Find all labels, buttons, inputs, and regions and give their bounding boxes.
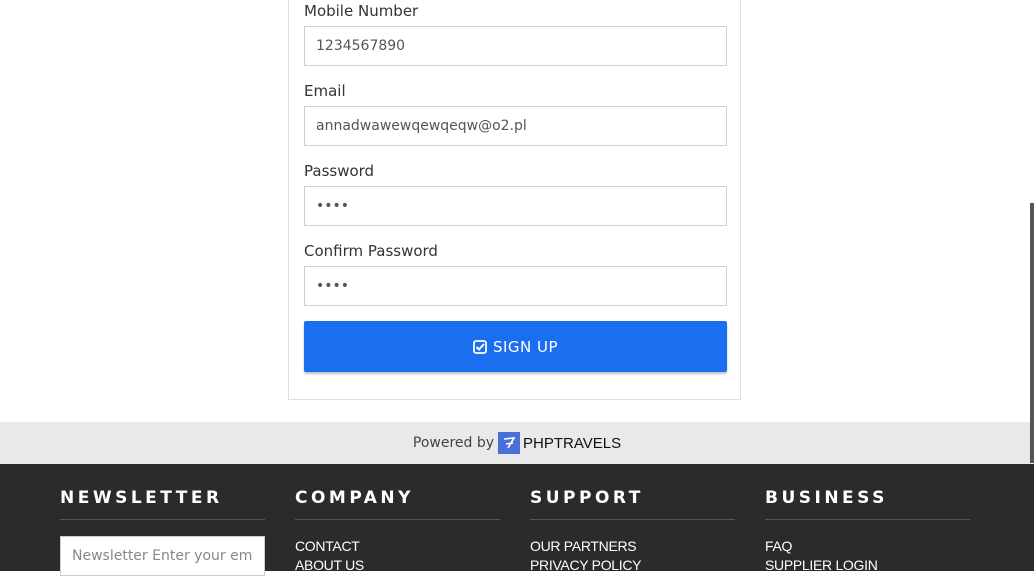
business-divider bbox=[765, 519, 970, 520]
newsletter-divider bbox=[60, 519, 265, 520]
newsletter-email-input[interactable] bbox=[60, 536, 265, 576]
company-divider bbox=[295, 519, 500, 520]
mobile-number-label: Mobile Number bbox=[304, 2, 419, 20]
powered-by-bar: Powered by PHPTRAVELS bbox=[0, 422, 1034, 464]
phptravels-logo-icon bbox=[498, 432, 521, 454]
mobile-number-input[interactable] bbox=[304, 26, 727, 66]
password-input[interactable] bbox=[304, 186, 727, 226]
footer: NEWSLETTER COMPANY CONTACT ABOUT US SUPP… bbox=[0, 464, 1034, 576]
email-label: Email bbox=[304, 82, 346, 100]
powered-by-text: Powered by bbox=[412, 435, 495, 451]
support-title: SUPPORT bbox=[530, 488, 644, 508]
newsletter-title: NEWSLETTER bbox=[60, 488, 223, 508]
footer-link-our-partners[interactable]: OUR PARTNERS bbox=[530, 538, 637, 554]
footer-link-faq[interactable]: FAQ bbox=[765, 538, 792, 554]
support-divider bbox=[530, 519, 735, 520]
confirm-password-input[interactable] bbox=[304, 266, 727, 306]
password-label: Password bbox=[304, 162, 375, 180]
check-square-icon bbox=[473, 339, 487, 354]
sign-up-button[interactable]: SIGN UP bbox=[304, 321, 727, 372]
phptravels-link[interactable]: PHPTRAVELS bbox=[523, 435, 621, 452]
email-input[interactable] bbox=[304, 106, 727, 146]
confirm-password-label: Confirm Password bbox=[304, 242, 438, 260]
company-title: COMPANY bbox=[295, 488, 414, 508]
page-scrollbar[interactable] bbox=[1030, 203, 1034, 463]
footer-link-contact[interactable]: CONTACT bbox=[295, 538, 360, 554]
business-title: BUSINESS bbox=[765, 488, 888, 508]
sign-up-label: SIGN UP bbox=[492, 337, 559, 356]
